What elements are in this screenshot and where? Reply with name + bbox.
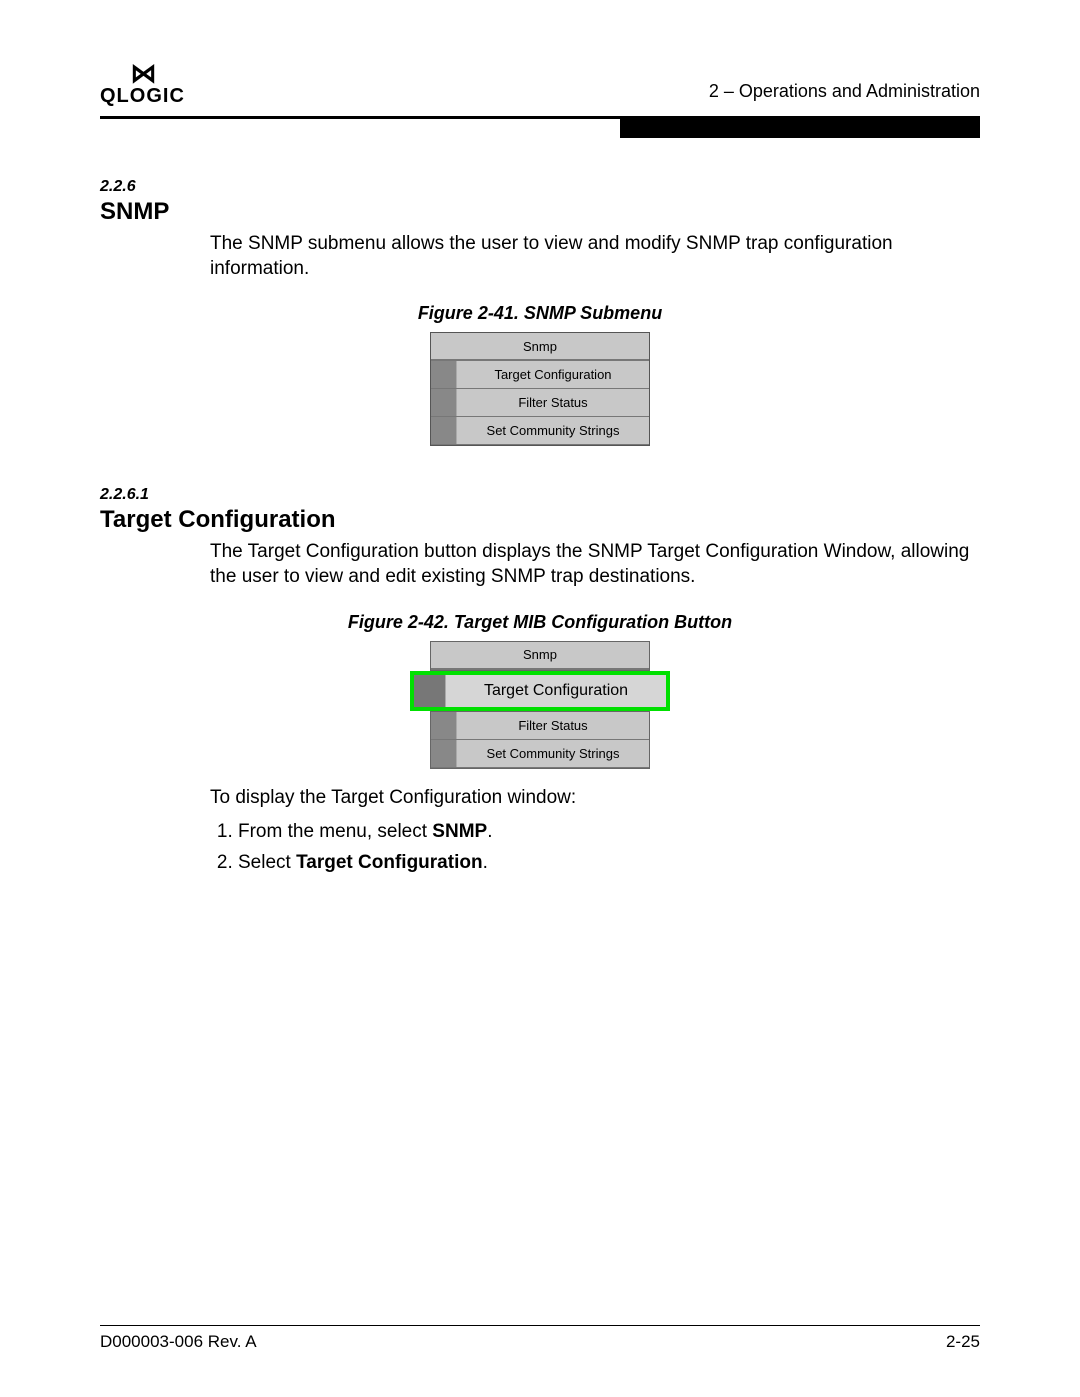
instruction-step-2: Select Target Configuration. — [238, 848, 980, 878]
menu-item-selected-target-configuration: Target Configuration — [410, 671, 670, 711]
step-text: Select — [238, 852, 296, 873]
menu-item-set-community-strings: Set Community Strings — [431, 740, 649, 768]
header-rule — [100, 116, 980, 138]
chapter-reference: 2 – Operations and Administration — [709, 81, 980, 106]
footer-page-number: 2-25 — [946, 1332, 980, 1352]
instruction-step-1: From the menu, select SNMP. — [238, 817, 980, 847]
page-footer: D000003-006 Rev. A 2-25 — [100, 1325, 980, 1352]
menu-tab-icon — [431, 740, 457, 767]
menu-tab-icon — [414, 675, 446, 707]
figure-1-menu: Snmp Target Configuration Filter Status … — [430, 332, 650, 446]
menu-item-label: Target Configuration — [457, 367, 649, 382]
menu-item-label: Set Community Strings — [457, 746, 649, 761]
menu-item-label: Set Community Strings — [457, 423, 649, 438]
menu-item-filter-status: Filter Status — [431, 712, 649, 740]
subsection-number: 2.2.6.1 — [100, 486, 980, 504]
menu-header: Snmp — [431, 642, 649, 670]
instructions-block: To display the Target Configuration wind… — [210, 783, 980, 878]
instructions-lead: To display the Target Configuration wind… — [210, 783, 980, 813]
section-title: Snmp — [100, 198, 980, 226]
menu-tab-icon — [431, 389, 457, 416]
menu-tab-icon — [431, 712, 457, 739]
subsection-body: The Target Configuration button displays… — [210, 540, 980, 589]
figure-2-menu: Snmp Target Configuration Filter Status … — [410, 641, 670, 769]
menu-header: Snmp — [431, 333, 649, 361]
menu-item-filter-status: Filter Status — [431, 389, 649, 417]
section-body: The SNMP submenu allows the user to view… — [210, 232, 980, 281]
menu-tab-icon — [431, 361, 457, 388]
figure-1-caption: Figure 2-41. SNMP Submenu — [100, 303, 980, 324]
logo: ⋈ QLOGIC — [100, 60, 185, 106]
logo-text: QLOGIC — [100, 86, 185, 106]
footer-doc-rev: D000003-006 Rev. A — [100, 1332, 257, 1352]
figure-2-caption: Figure 2-42. Target MIB Configuration Bu… — [100, 612, 980, 633]
menu-item-label: Target Configuration — [446, 682, 666, 700]
logo-glyph-icon: ⋈ — [130, 60, 154, 86]
step-bold: Target Configuration — [296, 852, 482, 873]
page-header: ⋈ QLOGIC 2 – Operations and Administrati… — [100, 60, 980, 116]
menu-item-target-configuration: Target Configuration — [431, 361, 649, 389]
menu-item-set-community-strings: Set Community Strings — [431, 417, 649, 445]
step-text: . — [483, 852, 488, 873]
menu-item-label: Filter Status — [457, 718, 649, 733]
step-text: . — [487, 821, 492, 842]
step-bold: SNMP — [432, 821, 487, 842]
section-number: 2.2.6 — [100, 178, 980, 196]
menu-item-label: Filter Status — [457, 395, 649, 410]
step-text: From the menu, select — [238, 821, 432, 842]
subsection-title: Target Configuration — [100, 506, 980, 534]
menu-tab-icon — [431, 417, 457, 444]
